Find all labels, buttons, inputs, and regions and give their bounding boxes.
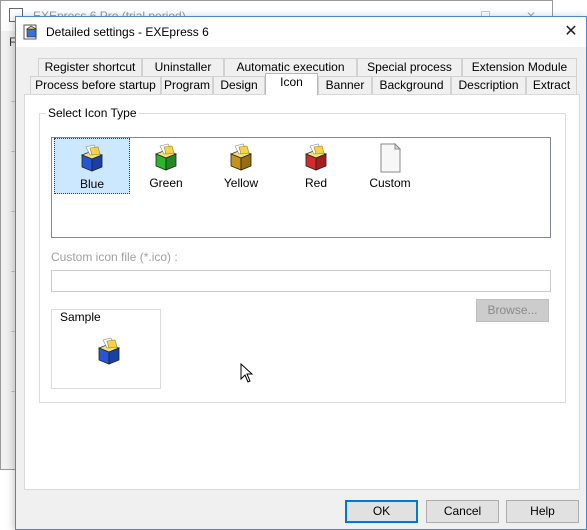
help-button[interactable]: Help [506, 500, 579, 523]
yellow-box-icon [229, 143, 253, 171]
sample-preview: Sample [51, 309, 161, 389]
tab-extract[interactable]: Extract [526, 76, 577, 95]
green-box-icon [154, 143, 178, 171]
tab-icon[interactable]: Icon [265, 73, 318, 95]
icon-option-custom[interactable]: Custom [352, 138, 428, 194]
blue-box-icon [80, 144, 104, 172]
icon-tab-panel: Select Icon Type Blue Green Yellow Red C… [24, 94, 580, 490]
mouse-cursor-icon [240, 363, 254, 383]
tab-program[interactable]: Program [161, 76, 213, 95]
tab-extension-module[interactable]: Extension Module [462, 58, 577, 77]
tab-register-shortcut[interactable]: Register shortcut [38, 58, 142, 77]
close-button[interactable]: ✕ [560, 21, 582, 43]
blue-box-icon [97, 337, 121, 365]
tab-banner[interactable]: Banner [318, 76, 372, 95]
cancel-button[interactable]: Cancel [426, 500, 499, 523]
dialog-title: Detailed settings - EXEpress 6 [46, 25, 209, 39]
custom-icon-file-input[interactable] [51, 270, 551, 292]
icon-option-yellow[interactable]: Yellow [203, 138, 279, 194]
dialog-title-bar: Detailed settings - EXEpress 6 ✕ [16, 17, 586, 47]
group-label: Select Icon Type [46, 106, 139, 120]
red-box-icon [304, 143, 328, 171]
sample-label: Sample [60, 310, 101, 324]
icon-option-label: Blue [79, 177, 105, 191]
custom-icon-file-label: Custom icon file (*.ico) : [51, 250, 178, 264]
tab-design[interactable]: Design [213, 76, 265, 95]
tab-uninstaller[interactable]: Uninstaller [142, 58, 224, 77]
icon-option-label: Yellow [223, 176, 259, 190]
icon-option-blue[interactable]: Blue [54, 138, 130, 194]
tab-process-before-startup[interactable]: Process before startup [30, 76, 161, 95]
tab-special-process[interactable]: Special process [357, 58, 462, 77]
tab-background[interactable]: Background [372, 76, 451, 95]
tab-description[interactable]: Description [451, 76, 526, 95]
icon-option-label: Custom [369, 176, 411, 190]
detailed-settings-dialog: Detailed settings - EXEpress 6 ✕ Registe… [15, 16, 587, 530]
close-icon: ✕ [564, 23, 578, 40]
icon-option-label: Red [304, 176, 327, 190]
icon-option-label: Green [149, 176, 183, 190]
icon-option-green[interactable]: Green [128, 138, 204, 194]
icon-type-list[interactable]: Blue Green Yellow Red Custom [51, 137, 551, 238]
ok-button[interactable]: OK [345, 500, 418, 523]
browse-button[interactable]: Browse... [476, 299, 549, 322]
app-icon [23, 24, 38, 40]
document-icon [380, 142, 402, 173]
icon-option-red[interactable]: Red [278, 138, 354, 194]
